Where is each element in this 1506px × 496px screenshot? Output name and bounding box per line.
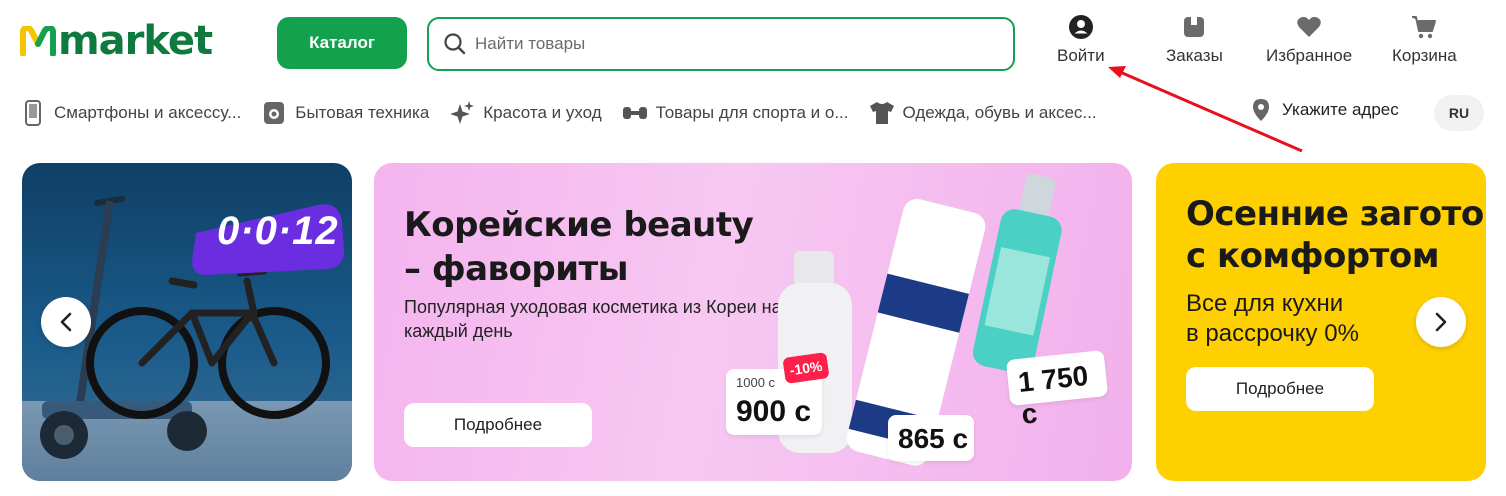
category-label: Бытовая техника [295, 103, 430, 122]
user-icon [1068, 14, 1094, 40]
sparkle-icon [449, 100, 475, 126]
address-label: Укажите адрес [1282, 100, 1399, 119]
category-label: Одежда, обувь и аксес... [902, 103, 1097, 122]
login-button[interactable]: Войти [1057, 14, 1105, 66]
language-switch[interactable]: RU [1434, 95, 1484, 131]
banner-subtitle-line1: Все для кухни [1186, 290, 1344, 317]
dumbbell-icon [622, 100, 648, 126]
logo-m-icon [20, 26, 56, 56]
search-bar [427, 17, 1015, 71]
tube-price: 865 с [898, 423, 969, 454]
chevron-left-icon [60, 312, 72, 332]
category-beauty[interactable]: Красота и уход [449, 100, 602, 126]
address-selector[interactable]: Укажите адрес [1252, 98, 1399, 122]
appliance-icon [261, 100, 287, 126]
category-appliances[interactable]: Бытовая техника [261, 100, 429, 126]
orders-icon [1181, 14, 1207, 40]
banner-subtitle: Все для кухни в рассрочку 0% [1186, 289, 1359, 349]
catalog-button[interactable]: Каталог [277, 17, 407, 69]
banner-more-button[interactable]: Подробнее [1186, 367, 1374, 411]
old-price: 1000 с [736, 375, 776, 390]
category-nav: Смартфоны и аксессу... Бытовая техника К… [20, 96, 1117, 130]
carousel-next-button[interactable] [1416, 297, 1466, 347]
page: market Каталог Войти Заказы [0, 0, 1506, 496]
favorites-label: Избранное [1266, 46, 1353, 65]
category-smartphones[interactable]: Смартфоны и аксессу... [20, 100, 241, 126]
category-clothing[interactable]: Одежда, обувь и аксес... [869, 100, 1097, 126]
banner-title-line1: Осенние заготов [1186, 194, 1486, 234]
login-label: Войти [1057, 46, 1105, 65]
location-pin-icon [1253, 99, 1269, 121]
new-price: 900 с [736, 395, 812, 428]
banner-title: Осенние заготов с комфортом [1186, 193, 1486, 277]
banner-subtitle-line2: в рассрочку 0% [1186, 320, 1359, 347]
category-label: Товары для спорта и о... [655, 103, 849, 122]
cart-icon [1411, 14, 1437, 40]
heart-icon [1296, 14, 1322, 40]
search-input[interactable] [475, 34, 975, 54]
category-label: Смартфоны и аксессу... [54, 103, 242, 122]
header: market Каталог Войти Заказы [0, 0, 1506, 90]
cart-label: Корзина [1392, 46, 1457, 65]
banner-title-line2: с комфортом [1186, 236, 1440, 276]
logo-text: market [58, 18, 213, 64]
search-icon [444, 33, 466, 55]
tshirt-icon [869, 100, 895, 126]
orders-label: Заказы [1166, 46, 1223, 65]
smartphone-icon [20, 100, 46, 126]
chevron-right-icon [1435, 312, 1447, 332]
favorites-button[interactable]: Избранное [1266, 14, 1352, 66]
mmarket-logo[interactable]: market [20, 18, 213, 64]
category-sports[interactable]: Товары для спорта и о... [622, 100, 849, 126]
price-tag-serum: 1 750 с [1005, 350, 1109, 430]
category-label: Красота и уход [483, 103, 602, 122]
orders-button[interactable]: Заказы [1166, 14, 1223, 66]
banner-korean-beauty[interactable]: Корейские beauty – фавориты Популярная у… [374, 163, 1132, 481]
carousel-prev-button[interactable] [41, 297, 91, 347]
price-tag-tube: 865 с [888, 415, 974, 461]
countdown-timer: 0·0·12 [217, 209, 339, 253]
cart-button[interactable]: Корзина [1392, 14, 1457, 66]
serum-price: 1 750 с [1016, 359, 1090, 430]
